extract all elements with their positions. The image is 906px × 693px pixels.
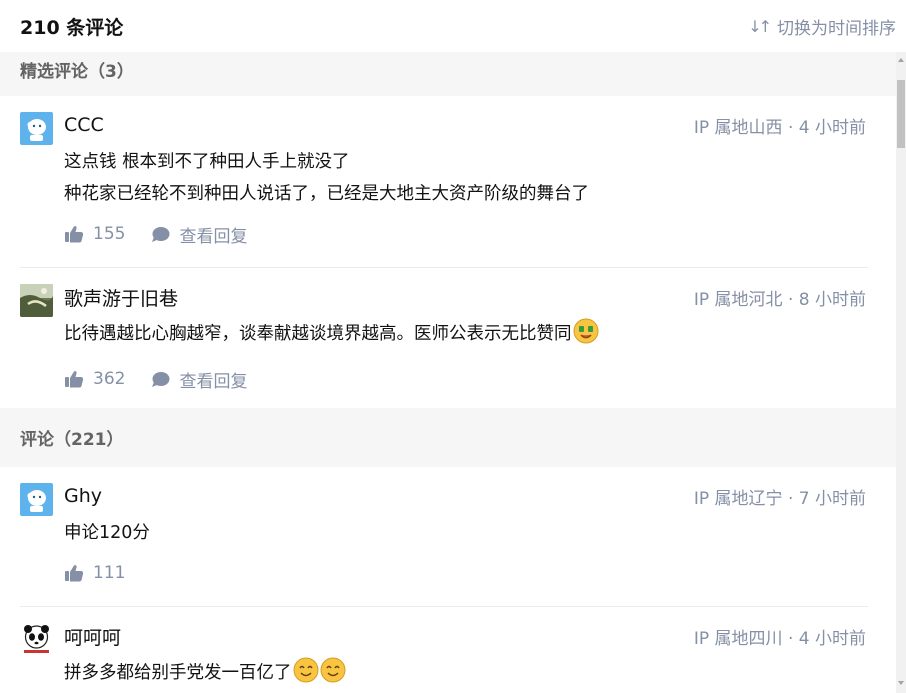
comment-bubble-icon <box>152 371 170 387</box>
like-count: 111 <box>93 563 126 583</box>
comment-bubble-icon <box>152 226 170 242</box>
comment-item: CCC IP 属地山西 · 4 小时前 这点钱 根本到不了种田人手上就没了 种花… <box>0 96 896 268</box>
comment-line: 这点钱 根本到不了种田人手上就没了 <box>64 152 350 172</box>
comment-line: 拼多多都给别手党发一百亿了 <box>64 663 292 683</box>
thumbs-up-icon <box>65 226 84 243</box>
view-replies-button[interactable]: 查看回复 <box>151 222 247 247</box>
featured-comments-header: 精选评论（3） <box>0 52 896 96</box>
avatar[interactable] <box>20 284 53 317</box>
avatar[interactable] <box>20 483 53 516</box>
smile-emoji <box>320 657 346 693</box>
comment-author[interactable]: CCC <box>64 114 104 136</box>
scrollbar-thumb[interactable] <box>897 80 905 148</box>
avatar[interactable] <box>20 623 53 656</box>
comment-author[interactable]: 呵呵呵 <box>64 623 121 650</box>
comment-content: 拼多多都给别手党发一百亿了 <box>64 657 866 693</box>
like-button[interactable]: 362 <box>64 369 125 389</box>
comment-actions: 155 查看回复 <box>64 216 866 252</box>
comment-line: 比待遇越比心胸越窄，谈奉献越谈境界越高。医师公表示无比赞同 <box>64 324 572 344</box>
comment-meta: IP 属地河北 · 8 小时前 <box>693 289 866 310</box>
comment-line: 种花家已经轮不到种田人说话了，已经是大地主大资产阶级的舞台了 <box>64 184 589 204</box>
avatar[interactable] <box>20 112 53 145</box>
comment-meta: IP 属地辽宁 · 7 小时前 <box>693 488 866 509</box>
comment-count-title: 210 条评论 <box>20 16 124 39</box>
thumbs-up-icon <box>65 565 84 582</box>
comment-content: 申论120分 <box>64 517 866 549</box>
comment-item: 呵呵呵 IP 属地四川 · 4 小时前 拼多多都给别手党发一百亿了 <box>0 607 896 693</box>
comment-author[interactable]: 歌声游于旧巷 <box>64 284 178 311</box>
thumbs-up-icon <box>65 371 84 388</box>
comment-content: 这点钱 根本到不了种田人手上就没了 种花家已经轮不到种田人说话了，已经是大地主大… <box>64 146 866 210</box>
like-button[interactable]: 111 <box>64 563 125 583</box>
comment-actions: 362 查看回复 <box>64 361 866 397</box>
view-replies-label: 查看回复 <box>179 371 248 392</box>
scroll-up-icon[interactable] <box>898 58 904 62</box>
like-count: 362 <box>93 369 126 389</box>
view-replies-button[interactable]: 查看回复 <box>151 367 247 392</box>
comment-actions: 111 <box>64 555 866 591</box>
like-button[interactable]: 155 <box>64 224 125 244</box>
comment-item: 歌声游于旧巷 IP 属地河北 · 8 小时前 比待遇越比心胸越窄，谈奉献越谈境界… <box>0 268 896 408</box>
comment-content: 比待遇越比心胸越窄，谈奉献越谈境界越高。医师公表示无比赞同 <box>64 318 866 355</box>
comment-meta: IP 属地山西 · 4 小时前 <box>693 117 866 138</box>
scroll-down-icon[interactable] <box>898 681 904 685</box>
all-comments-header: 评论（221） <box>0 408 896 467</box>
sort-toggle-button[interactable]: ↓↑ 切换为时间排序 <box>748 14 896 39</box>
sort-arrows-icon: ↓↑ <box>748 16 772 36</box>
comment-list[interactable]: 精选评论（3） CCC IP 属地山西 · 4 小时前 这点钱 根本到不了种田人… <box>0 52 896 693</box>
comment-author[interactable]: Ghy <box>64 485 102 507</box>
sort-toggle-label: 切换为时间排序 <box>777 18 896 39</box>
comment-line: 申论120分 <box>64 523 150 543</box>
scrollbar[interactable] <box>896 52 906 693</box>
view-replies-label: 查看回复 <box>179 226 248 247</box>
money-face-emoji <box>573 318 599 355</box>
comment-meta: IP 属地四川 · 4 小时前 <box>693 628 866 649</box>
like-count: 155 <box>93 224 126 244</box>
smile-emoji <box>293 657 319 693</box>
comments-header: 210 条评论 ↓↑ 切换为时间排序 <box>0 0 906 52</box>
comment-item: Ghy IP 属地辽宁 · 7 小时前 申论120分 111 <box>0 467 896 607</box>
